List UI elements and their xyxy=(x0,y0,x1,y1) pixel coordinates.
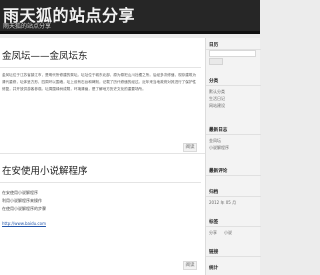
widget-title: 日历 xyxy=(209,43,219,48)
post-excerpt: 金凤坛位于江苏省镇江市，是明代所修建的祭坛。坛址位于城东北部，原为祭祀山川社稷之… xyxy=(2,73,197,91)
post-link[interactable]: http://www.baidu.com xyxy=(2,221,46,226)
post-divider xyxy=(0,182,201,183)
post-divider xyxy=(0,67,201,68)
widget-title: 统计 xyxy=(209,266,219,271)
widget-statistics: 统计 xyxy=(206,265,261,275)
sidebar: 日历 分类 默认分类 生活日记 网站建设 最新日志 金凤坛 小说解程序 最新评论… xyxy=(205,38,261,275)
widget-recent-comments: 最新评论 xyxy=(206,168,261,184)
widget-title: 归档 xyxy=(209,190,219,195)
site-header: 雨天狐的站点分享 雨天狐的站点分享 xyxy=(0,0,260,34)
search-button[interactable] xyxy=(209,58,223,65)
category-link[interactable]: 生活日记 xyxy=(209,96,225,102)
widget-categories: 分类 默认分类 生活日记 网站建设 xyxy=(206,78,261,118)
widget-divider xyxy=(206,134,261,135)
main-content: 金凤坛——金凤坛东 金凤坛位于江苏省镇江市，是明代所修建的祭坛。坛址位于城东北部… xyxy=(0,38,205,275)
widget-divider xyxy=(206,256,261,257)
tag-link[interactable]: 分享 xyxy=(209,230,217,236)
search-input[interactable] xyxy=(209,50,256,57)
widget-title: 最新日志 xyxy=(209,128,228,133)
tag-link[interactable]: 小说 xyxy=(224,230,232,236)
widget-title: 分类 xyxy=(209,79,219,84)
archive-link[interactable]: 2012 年 05 月 xyxy=(209,200,236,206)
post-line: 在使用小说解程序的步骤 xyxy=(2,206,46,211)
widget-tags: 标签 分享 小说 xyxy=(206,219,261,243)
recent-post-link[interactable]: 小说解程序 xyxy=(209,145,229,151)
widget-links: 链接 xyxy=(206,249,261,261)
post-card: 金凤坛——金凤坛东 金凤坛位于江苏省镇江市，是明代所修建的祭坛。坛址位于城东北部… xyxy=(0,42,205,154)
post-card: 在安使用小说解程序 在安使用小说解程序 利用小说解程序来操作 在使用小说解程序的… xyxy=(0,157,205,275)
widget-calendar: 日历 xyxy=(206,42,261,67)
widget-divider xyxy=(206,196,261,197)
category-link[interactable]: 网站建设 xyxy=(209,103,225,109)
category-link[interactable]: 默认分类 xyxy=(209,89,225,95)
post-title[interactable]: 金凤坛——金凤坛东 xyxy=(2,48,88,62)
recent-post-link[interactable]: 金凤坛 xyxy=(209,138,221,144)
site-description: 雨天狐的站点分享 xyxy=(3,23,52,30)
widget-divider xyxy=(206,175,261,176)
post-line: 利用小说解程序来操作 xyxy=(2,198,42,203)
widget-title: 链接 xyxy=(209,250,219,255)
widget-title: 最新评论 xyxy=(209,169,228,174)
read-more-button[interactable]: 阅读 xyxy=(183,143,197,152)
widget-archives: 归档 2012 年 05 月 xyxy=(206,189,261,211)
read-more-button[interactable]: 阅读 xyxy=(183,261,197,270)
post-title[interactable]: 在安使用小说解程序 xyxy=(2,163,88,177)
widget-recent-posts: 最新日志 金凤坛 小说解程序 xyxy=(206,127,261,161)
widget-title: 标签 xyxy=(209,220,219,225)
widget-divider xyxy=(206,85,261,86)
post-line: 在安使用小说解程序 xyxy=(2,190,38,195)
widget-divider xyxy=(206,226,261,227)
